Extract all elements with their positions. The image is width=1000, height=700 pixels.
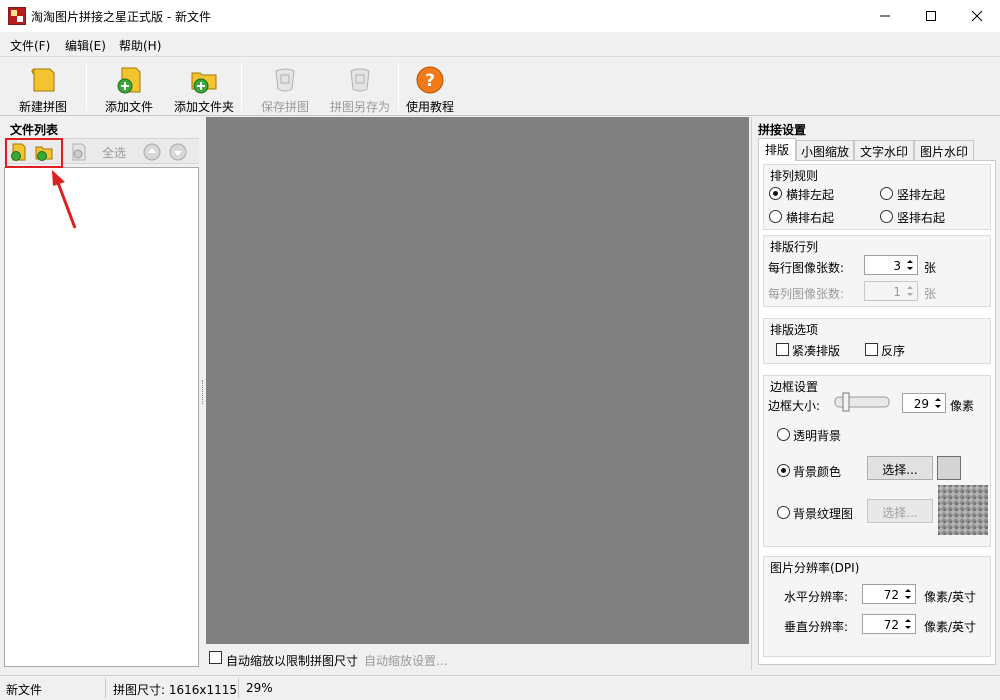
canvas-footer: 自动缩放以限制拼图尺寸 自动缩放设置... bbox=[206, 645, 749, 670]
dpi-group: 图片分辨率(DPI) 水平分辨率: 72 像素/英寸 垂直分辨率: 72 像素/… bbox=[763, 556, 991, 657]
add-file-button[interactable]: 添加文件 bbox=[96, 61, 162, 115]
border-size-slider[interactable] bbox=[834, 391, 890, 413]
stepper-arrows-icon[interactable] bbox=[933, 396, 943, 410]
arrange-group: 排列规则 横排左起 竖排左起 横排右起 竖排右起 bbox=[763, 164, 991, 230]
transparent-bg-radio[interactable] bbox=[777, 428, 790, 441]
status-size: 拼图尺寸: 1616x1115 bbox=[113, 683, 238, 697]
stepper-arrows-icon[interactable] bbox=[905, 284, 915, 298]
bg-color-radio[interactable] bbox=[777, 464, 790, 477]
red-arrow-icon bbox=[52, 170, 77, 229]
arrange-v-right-radio[interactable] bbox=[880, 210, 893, 223]
tab-text-watermark[interactable]: 文字水印 bbox=[854, 140, 914, 160]
move-up-icon[interactable] bbox=[142, 142, 162, 162]
close-icon bbox=[971, 10, 983, 22]
window-title: 淘淘图片拼接之星正式版 - 新文件 bbox=[31, 10, 211, 24]
auto-zoom-checkbox[interactable] bbox=[209, 651, 222, 664]
menu-file[interactable]: 文件(F) bbox=[10, 37, 50, 54]
menu-help[interactable]: 帮助(H) bbox=[119, 37, 161, 54]
file-list-title: 文件列表 bbox=[10, 123, 59, 137]
preview-canvas[interactable] bbox=[206, 117, 749, 644]
close-button[interactable] bbox=[954, 0, 1000, 32]
menu-bar: 文件(F) 编辑(E) 帮助(H) bbox=[0, 32, 1000, 56]
tab-thumb-scale[interactable]: 小图缩放 bbox=[796, 140, 854, 160]
stepper-arrows-icon[interactable] bbox=[903, 587, 913, 601]
arrange-h-right-radio[interactable] bbox=[769, 210, 782, 223]
file-list[interactable] bbox=[4, 167, 199, 667]
choose-texture-button[interactable]: 选择... bbox=[867, 499, 933, 523]
auto-zoom-label: 自动缩放以限制拼图尺寸 bbox=[226, 654, 359, 668]
title-bar: 淘淘图片拼接之星正式版 - 新文件 bbox=[0, 0, 1000, 32]
bg-texture-radio[interactable] bbox=[777, 506, 790, 519]
tab-image-watermark[interactable]: 图片水印 bbox=[914, 140, 974, 160]
toolbar: 新建拼图 添加文件 添加文件夹 保存拼图 拼图另存为 ? 使用教程 bbox=[0, 56, 1000, 116]
layout-tab-body: 排列规则 横排左起 竖排左起 横排右起 竖排右起 排版行列 每行图像张数: 3 … bbox=[758, 160, 996, 665]
per-col-stepper[interactable]: 1 bbox=[864, 281, 918, 301]
border-group: 边框设置 边框大小: 29 像素 透明背景 背景颜色 选择... 背景纹理图 选… bbox=[763, 375, 991, 547]
add-folder-icon bbox=[191, 72, 217, 94]
settings-panel: 拼接设置 排版 小图缩放 文字水印 图片水印 排列规则 横排左起 竖排左起 横排… bbox=[751, 117, 1000, 670]
reverse-order-checkbox[interactable] bbox=[865, 343, 878, 356]
minimize-button[interactable] bbox=[862, 0, 908, 32]
border-size-stepper[interactable]: 29 bbox=[902, 393, 946, 413]
svg-text:?: ? bbox=[425, 71, 435, 91]
minimize-icon bbox=[880, 15, 890, 17]
new-document-icon bbox=[31, 68, 55, 92]
h-dpi-stepper[interactable]: 72 bbox=[862, 584, 916, 604]
auto-zoom-settings-link[interactable]: 自动缩放设置... bbox=[364, 652, 447, 669]
help-question-icon: ? bbox=[416, 66, 444, 94]
arrange-v-left-radio[interactable] bbox=[880, 187, 893, 200]
save-as-icon bbox=[350, 68, 370, 92]
texture-preview bbox=[938, 485, 988, 535]
bg-color-swatch[interactable] bbox=[937, 456, 961, 480]
app-logo-icon bbox=[8, 7, 26, 25]
panel-splitter[interactable] bbox=[202, 380, 205, 404]
stepper-arrows-icon[interactable] bbox=[905, 258, 915, 272]
status-zoom: 29% bbox=[246, 681, 273, 695]
save-puzzle-icon bbox=[275, 68, 295, 92]
maximize-button[interactable] bbox=[908, 0, 954, 32]
status-bar: 新文件 拼图尺寸: 1616x1115 29% bbox=[0, 675, 1000, 700]
add-file-icon bbox=[117, 67, 141, 94]
rows-cols-group: 排版行列 每行图像张数: 3 张 每列图像张数: 1 张 bbox=[763, 235, 991, 307]
per-row-stepper[interactable]: 3 bbox=[864, 255, 918, 275]
choose-color-button[interactable]: 选择... bbox=[867, 456, 933, 480]
tutorial-button[interactable]: ? 使用教程 bbox=[402, 61, 458, 115]
layout-options-group: 排版选项 紧凑排版 反序 bbox=[763, 318, 991, 364]
file-list-panel: 文件列表 全选 bbox=[0, 117, 201, 670]
menu-edit[interactable]: 编辑(E) bbox=[65, 37, 106, 54]
settings-title: 拼接设置 bbox=[758, 123, 807, 137]
maximize-icon bbox=[926, 11, 936, 21]
stepper-arrows-icon[interactable] bbox=[903, 617, 913, 631]
status-file: 新文件 bbox=[6, 683, 43, 697]
remove-file-icon[interactable] bbox=[68, 142, 88, 162]
save-as-button[interactable]: 拼图另存为 bbox=[325, 61, 395, 115]
tab-layout[interactable]: 排版 bbox=[758, 138, 796, 161]
v-dpi-stepper[interactable]: 72 bbox=[862, 614, 916, 634]
save-puzzle-button[interactable]: 保存拼图 bbox=[252, 61, 318, 115]
highlight-box bbox=[5, 138, 63, 168]
move-down-icon[interactable] bbox=[168, 142, 188, 162]
add-folder-button[interactable]: 添加文件夹 bbox=[170, 61, 238, 115]
compact-layout-checkbox[interactable] bbox=[776, 343, 789, 356]
select-all-button[interactable]: 全选 bbox=[102, 144, 126, 161]
new-puzzle-button[interactable]: 新建拼图 bbox=[8, 61, 78, 115]
arrange-h-left-radio[interactable] bbox=[769, 187, 782, 200]
